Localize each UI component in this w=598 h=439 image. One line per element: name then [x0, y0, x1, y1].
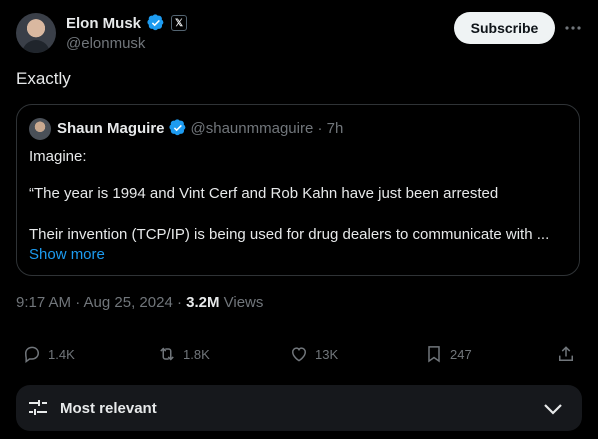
- repost-count: 1.8K: [183, 346, 210, 362]
- quoted-verified-badge-icon: [168, 119, 187, 137]
- tweet-text: Exactly: [16, 69, 71, 88]
- author-avatar[interactable]: [16, 13, 56, 53]
- reply-icon: [24, 346, 40, 363]
- verified-badge-icon: [147, 14, 165, 32]
- quoted-author-avatar[interactable]: [29, 118, 51, 140]
- share-icon: [559, 346, 573, 361]
- reply-button[interactable]: 1.4K: [22, 342, 75, 366]
- sort-label: Most relevant: [60, 399, 157, 417]
- reply-count: 1.4K: [48, 346, 75, 362]
- author-handle[interactable]: @elonmusk: [66, 35, 145, 52]
- author-name-row: Elon Musk 𝕏: [66, 13, 188, 33]
- heart-icon: [291, 347, 307, 362]
- sort-replies-dropdown[interactable]: Most relevant: [16, 385, 582, 431]
- repost-icon: [160, 347, 174, 361]
- like-count: 13K: [315, 346, 339, 362]
- tweet-datetime[interactable]: 9:17 AM · Aug 25, 2024 ·: [16, 294, 186, 311]
- bookmark-button[interactable]: 247: [424, 342, 472, 366]
- views-count: 3.2M: [186, 294, 220, 311]
- repost-button[interactable]: 1.8K: [157, 342, 210, 366]
- quoted-author-name[interactable]: Shaun Maguire: [57, 120, 165, 137]
- chevron-down-icon: [544, 404, 562, 415]
- x-affiliation-icon: 𝕏: [171, 15, 188, 31]
- sliders-icon: [29, 400, 47, 415]
- bookmark-icon: [428, 346, 440, 363]
- tweet-meta: 9:17 AM · Aug 25, 2024 · 3.2M Views: [16, 294, 263, 311]
- bookmark-count: 247: [450, 346, 472, 362]
- quoted-text-line: “The year is 1994 and Vint Cerf and Rob …: [29, 185, 499, 202]
- like-button[interactable]: 13K: [289, 342, 338, 366]
- views-label: Views: [219, 294, 264, 311]
- quoted-author-row: Shaun Maguire @shaunmmaguire · 7h: [57, 119, 343, 137]
- quoted-text-line: Imagine:: [29, 148, 87, 165]
- subscribe-button[interactable]: Subscribe: [454, 12, 555, 44]
- more-options-icon[interactable]: [560, 16, 586, 40]
- quoted-text-line: Their invention (TCP/IP) is being used f…: [29, 226, 550, 243]
- author-name[interactable]: Elon Musk: [66, 15, 141, 32]
- quoted-handle-time[interactable]: @shaunmmaguire · 7h: [191, 120, 344, 137]
- share-button[interactable]: [556, 342, 576, 366]
- show-more-link[interactable]: Show more: [29, 246, 105, 263]
